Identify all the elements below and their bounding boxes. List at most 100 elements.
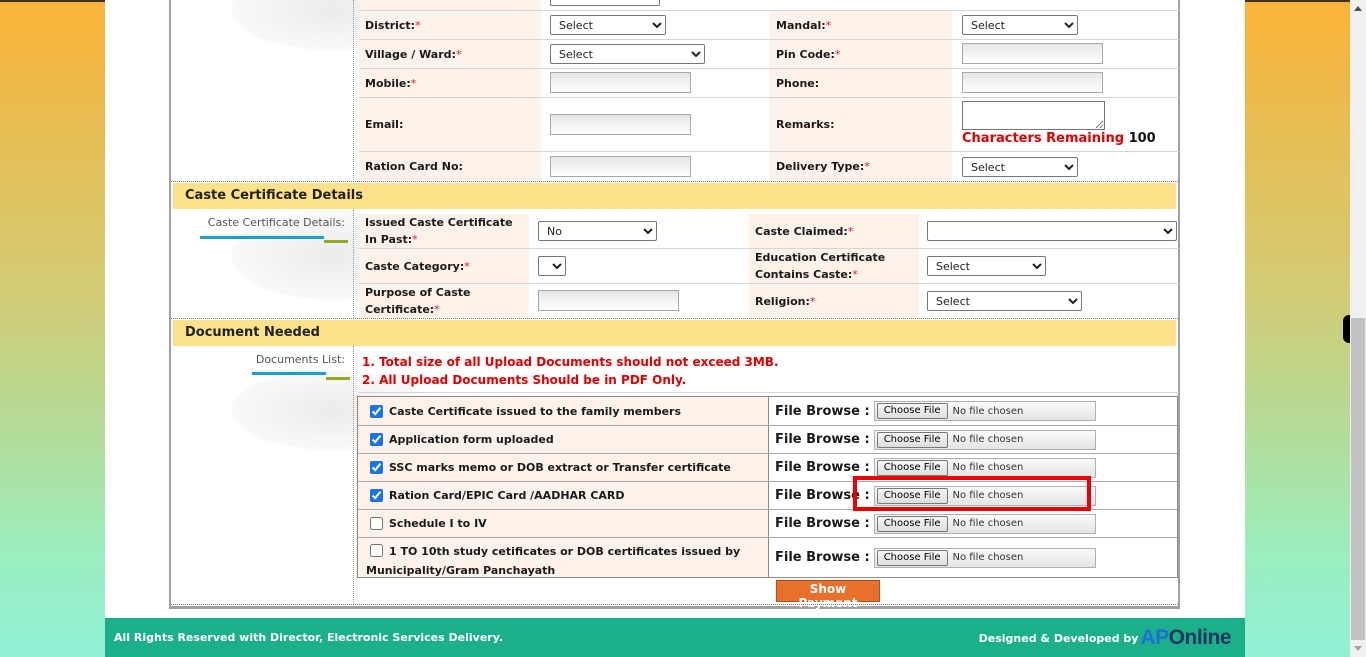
- scrollbar-thumb[interactable]: [1351, 318, 1365, 640]
- education-certificate-select[interactable]: Select: [927, 256, 1046, 276]
- choose-file-button[interactable]: Choose File: [876, 459, 948, 476]
- document-label: Ration Card/EPIC Card /AADHAR CARD: [389, 489, 625, 502]
- district-label: District: *: [359, 11, 541, 39]
- footer-credits: Designed & Developed by APOnline: [978, 626, 1232, 650]
- row-divider: [359, 392, 1179, 393]
- religion-label: Religion: *: [749, 284, 919, 318]
- file-browse-cell: File Browse : Choose File No file chosen: [769, 397, 1177, 425]
- caste-claimed-select[interactable]: [927, 221, 1177, 241]
- file-input[interactable]: Choose File No file chosen: [873, 547, 1096, 568]
- accent-line-green: [326, 377, 350, 380]
- pin-code-label: Pin Code: *: [770, 40, 952, 68]
- file-browse-label: File Browse :: [775, 516, 870, 531]
- characters-remaining-count: 100: [1128, 131, 1156, 146]
- footer-rights: All Rights Reserved with Director, Elect…: [114, 631, 504, 644]
- highlight-box: [853, 476, 1091, 511]
- state-select[interactable]: [550, 0, 660, 6]
- remarks-textarea[interactable]: [962, 101, 1105, 130]
- ration-card-input[interactable]: [550, 156, 691, 177]
- aponline-logo[interactable]: APOnline: [1140, 626, 1231, 650]
- file-browse-cell: File Browse : Choose File No file chosen: [769, 510, 1177, 537]
- document-checkbox[interactable]: [370, 544, 383, 557]
- purpose-input[interactable]: [538, 290, 679, 311]
- file-input[interactable]: Choose File No file chosen: [873, 457, 1096, 478]
- file-browse-label: File Browse :: [775, 432, 870, 447]
- file-input[interactable]: Choose File No file chosen: [873, 401, 1096, 421]
- documents-side-label: Documents List:: [255, 353, 345, 366]
- mobile-input[interactable]: [550, 72, 691, 93]
- choose-file-button[interactable]: Choose File: [876, 431, 948, 448]
- document-label: Application form uploaded: [389, 433, 554, 446]
- state-label-cell: [359, 0, 541, 10]
- document-checkbox[interactable]: [370, 433, 383, 446]
- no-file-chosen: No file chosen: [952, 518, 1024, 529]
- document-label: 1 TO 10th study cetificates or DOB certi…: [366, 545, 741, 577]
- issued-in-past-select[interactable]: No: [538, 221, 657, 241]
- column-divider: [353, 210, 354, 318]
- document-checkbox[interactable]: [370, 404, 383, 418]
- choose-file-button[interactable]: Choose File: [876, 403, 948, 419]
- education-certificate-label: Education Certificate Contains Caste:*: [749, 249, 919, 283]
- village-ward-label: Village / Ward: *: [359, 40, 541, 68]
- form-frame: District: * Select Mandal: * Select Villag…: [169, 0, 1180, 610]
- no-file-chosen: No file chosen: [952, 552, 1024, 563]
- accent-line-blue: [252, 372, 326, 375]
- mobile-label: Mobile: *: [359, 69, 541, 97]
- file-input[interactable]: Choose File No file chosen: [873, 513, 1096, 534]
- email-label: Email:: [359, 98, 541, 151]
- pin-code-input[interactable]: [962, 43, 1103, 64]
- no-file-chosen: No file chosen: [952, 405, 1024, 417]
- file-browse-cell: File Browse : Choose File No file chosen: [769, 538, 1177, 577]
- file-input[interactable]: Choose File No file chosen: [873, 429, 1096, 450]
- upload-format-note: 2. All Upload Documents Should be in PDF…: [362, 373, 687, 387]
- mandal-select[interactable]: Select: [962, 15, 1078, 35]
- scroll-down-arrow-icon[interactable]: [1354, 646, 1362, 651]
- caste-side-label: Caste Certificate Details:: [207, 216, 345, 229]
- document-row: Ration Card/EPIC Card /AADHAR CARD: [358, 482, 768, 509]
- vertical-scrollbar[interactable]: [1350, 0, 1366, 657]
- document-row: SSC marks memo or DOB extract or Transfe…: [358, 454, 768, 481]
- document-row: Schedule I to IV: [358, 510, 768, 537]
- designed-by-text: Designed & Developed by: [978, 631, 1139, 645]
- document-label: SSC marks memo or DOB extract or Transfe…: [389, 461, 731, 474]
- column-divider: [353, 0, 354, 180]
- section-divider: [171, 181, 1178, 182]
- document-checkbox[interactable]: [370, 461, 383, 474]
- scroll-up-arrow-icon[interactable]: [1354, 6, 1362, 11]
- characters-remaining: Characters Remaining 100: [962, 131, 1156, 146]
- village-ward-select[interactable]: Select: [550, 44, 705, 64]
- caste-section-header: Caste Certificate Details: [173, 183, 1176, 209]
- choose-file-button[interactable]: Choose File: [876, 549, 948, 566]
- file-browse-label: File Browse :: [775, 550, 870, 565]
- mandal-label: Mandal: *: [770, 11, 952, 39]
- ration-card-label: Ration Card No:: [359, 152, 541, 180]
- file-browse-label: File Browse :: [775, 460, 870, 475]
- phone-label: Phone:: [770, 69, 952, 97]
- religion-select[interactable]: Select: [927, 291, 1082, 311]
- file-browse-cell: File Browse : Choose File No file chosen: [769, 426, 1177, 453]
- upload-size-note: 1. Total size of all Upload Documents sh…: [362, 355, 779, 369]
- delivery-type-select[interactable]: Select: [962, 157, 1078, 177]
- file-browse-label: File Browse :: [775, 403, 870, 419]
- section-divider: [171, 604, 1178, 605]
- caste-category-select[interactable]: [538, 256, 566, 276]
- accent-line-blue: [200, 236, 324, 239]
- document-checkbox[interactable]: [370, 517, 383, 530]
- choose-file-button[interactable]: Choose File: [876, 515, 948, 532]
- remarks-label: Remarks:: [770, 98, 952, 151]
- accent-line-green: [324, 240, 348, 243]
- email-input[interactable]: [550, 114, 691, 135]
- footer: All Rights Reserved with Director, Elect…: [105, 618, 1245, 657]
- delivery-type-label: Delivery Type: *: [770, 152, 952, 180]
- no-file-chosen: No file chosen: [952, 462, 1024, 473]
- phone-input[interactable]: [962, 72, 1103, 93]
- document-checkbox[interactable]: [370, 489, 383, 502]
- purpose-label: Purpose of Caste Certificate:*: [359, 284, 529, 318]
- document-row: Caste Certificate issued to the family m…: [358, 397, 768, 425]
- no-file-chosen: No file chosen: [952, 434, 1024, 445]
- document-row: Application form uploaded: [358, 426, 768, 453]
- district-select[interactable]: Select: [550, 15, 666, 35]
- page-container: District: * Select Mandal: * Select Villag…: [105, 0, 1245, 657]
- show-payment-button[interactable]: Show Payment: [776, 580, 880, 610]
- section-divider: [171, 318, 1178, 319]
